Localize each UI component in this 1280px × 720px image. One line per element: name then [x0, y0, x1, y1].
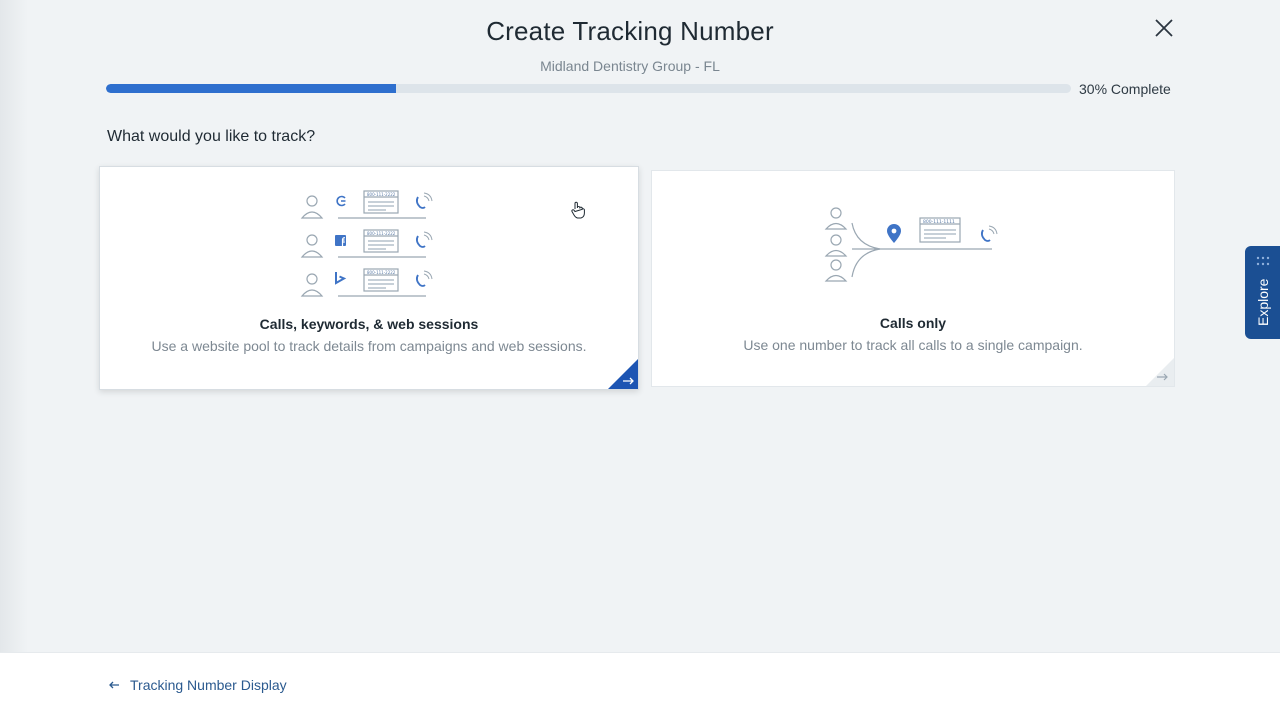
- grid-dots-icon: [1256, 256, 1270, 266]
- close-icon: [1155, 19, 1173, 37]
- number-text-1: 800-111-2222: [367, 192, 396, 197]
- option-card-calls-only[interactable]: 800-111-1111 Calls only Use one number t…: [651, 170, 1175, 387]
- hand-cursor-icon: [571, 201, 585, 219]
- bing-icon: [335, 272, 347, 285]
- number-text-3: 800-111-2222: [367, 270, 396, 275]
- option-card-calls-keywords-web[interactable]: 800-111-2222 800-111-2222 800-111-2222 C…: [99, 166, 639, 390]
- progress-bar: [106, 84, 1071, 93]
- option-description: Use one number to track all calls to a s…: [743, 337, 1083, 353]
- explore-tab[interactable]: Explore: [1245, 246, 1280, 339]
- selected-corner-arrow-icon: [608, 359, 638, 389]
- calls-keywords-web-illustration: 800-111-2222 800-111-2222 800-111-2222: [300, 190, 433, 297]
- corner-arrow-icon: [1146, 358, 1174, 386]
- number-text: 800-111-1111: [923, 219, 955, 225]
- calls-only-illustration: 800-111-1111: [824, 207, 998, 282]
- arrow-left-icon: [109, 681, 119, 689]
- explore-label: Explore: [1255, 278, 1271, 326]
- option-title: Calls only: [879, 315, 947, 331]
- number-text-2: 800-111-2222: [367, 231, 396, 236]
- left-edge-shade: [0, 0, 28, 652]
- phone-icons: [415, 196, 426, 287]
- page-title: Create Tracking Number: [486, 16, 774, 46]
- back-link[interactable]: Tracking Number Display: [108, 677, 287, 693]
- progress-label: 30% Complete: [1079, 81, 1171, 97]
- option-title: Calls, keywords, & web sessions: [259, 316, 479, 332]
- facebook-icon: [335, 235, 346, 246]
- option-description: Use a website pool to track details from…: [151, 338, 587, 354]
- track-question: What would you like to track?: [107, 128, 316, 145]
- phone-icon: [980, 225, 998, 242]
- progress-bar-fill: [106, 84, 396, 93]
- close-button[interactable]: [1150, 14, 1178, 42]
- back-link-label: Tracking Number Display: [130, 677, 287, 693]
- google-icon: [336, 195, 346, 207]
- map-pin-icon: [887, 224, 901, 243]
- footer-bar: Tracking Number Display: [0, 652, 1280, 720]
- page-subtitle: Midland Dentistry Group - FL: [540, 58, 720, 74]
